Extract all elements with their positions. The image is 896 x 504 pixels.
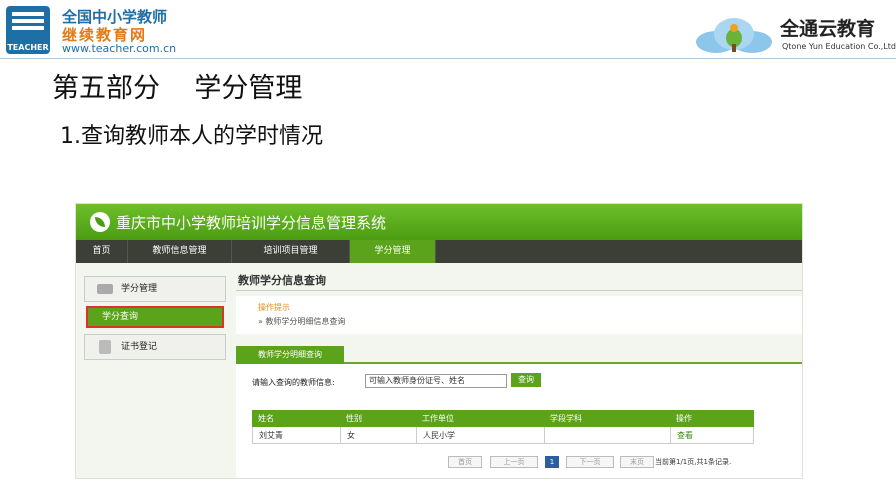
system-header: 重庆市中小学教师培训学分信息管理系统	[76, 204, 802, 240]
pager-prev[interactable]: 上一页	[490, 456, 538, 468]
clipboard-icon	[99, 340, 111, 354]
main-content: 教师学分信息查询 操作提示 » 教师学分明细信息查询 教师学分明细查询 请输入查…	[236, 268, 802, 478]
header-divider	[0, 58, 896, 59]
cell-name: 刘艾青	[253, 427, 341, 444]
nav-credit-management[interactable]: 学分管理	[350, 240, 436, 263]
sidebar-group-label: 学分管理	[121, 284, 158, 294]
table-row: 刘艾青 女 人民小学 查看	[252, 427, 754, 444]
tip-text: » 教师学分明细信息查询	[258, 317, 346, 326]
cloud-icon	[696, 18, 772, 53]
nav-teacher-info[interactable]: 教师信息管理	[128, 240, 232, 263]
badge-label: TEACHER	[7, 43, 49, 52]
teacher-logo: TEACHER 全国中小学教师 继续教育网 www.teacher.com.cn	[6, 4, 206, 56]
query-label: 请输入查询的教师信息:	[252, 378, 335, 387]
tip-text-label: 教师学分明细信息查询	[265, 317, 346, 326]
col-workplace: 工作单位	[422, 414, 454, 423]
tab-bar: 教师学分明细查询	[236, 346, 802, 364]
pager-info: 当前第1/1页,共1条记录.	[655, 458, 732, 466]
col-gender: 性别	[346, 414, 362, 423]
sidebar: 学分管理 学分查询 证书登记	[84, 276, 226, 368]
pager-first[interactable]: 首页	[448, 456, 482, 468]
col-subject: 学段学科	[550, 414, 582, 423]
logo-url: www.teacher.com.cn	[62, 42, 177, 55]
col-action: 操作	[676, 414, 692, 423]
cell-workplace: 人民小学	[417, 427, 545, 444]
nav-training-projects[interactable]: 培训项目管理	[232, 240, 350, 263]
sidebar-group-certificate[interactable]: 证书登记	[84, 334, 226, 360]
cell-subject	[545, 427, 671, 444]
pager-next[interactable]: 下一页	[566, 456, 614, 468]
pager-last[interactable]: 末页	[620, 456, 654, 468]
tip-title: 操作提示	[258, 303, 290, 312]
sidebar-group-credit[interactable]: 学分管理	[84, 276, 226, 302]
table-header: 姓名 性别 工作单位 学段学科 操作	[252, 410, 754, 427]
system-title: 重庆市中小学教师培训学分信息管理系统	[116, 214, 387, 232]
operation-tip: 操作提示 » 教师学分明细信息查询	[236, 296, 802, 334]
leaf-icon	[90, 212, 110, 232]
sidebar-group-label: 证书登记	[121, 342, 158, 352]
tab-credit-detail[interactable]: 教师学分明细查询	[236, 346, 344, 364]
system-screenshot: 重庆市中小学教师培训学分信息管理系统 首页 教师信息管理 培训项目管理 学分管理…	[75, 203, 803, 479]
query-button[interactable]: 查询	[511, 373, 541, 387]
teacher-badge-icon: TEACHER	[6, 6, 50, 54]
heading-divider	[236, 290, 802, 291]
slide-subtitle: 1.查询教师本人的学时情况	[60, 124, 323, 149]
nav-home[interactable]: 首页	[76, 240, 128, 263]
qtone-name-en: Qtone Yun Education Co.,Ltd	[782, 42, 896, 51]
col-name: 姓名	[258, 414, 274, 423]
qtone-name-cn: 全通云教育	[780, 18, 876, 40]
search-input[interactable]: 可输入教师身份证号、姓名	[365, 374, 507, 388]
page-heading: 教师学分信息查询	[238, 274, 326, 287]
main-nav: 首页 教师信息管理 培训项目管理 学分管理	[76, 240, 802, 263]
folder-icon	[97, 284, 113, 294]
query-panel: 请输入查询的教师信息: 可输入教师身份证号、姓名 查询 姓名 性别 工作单位 学…	[236, 364, 802, 478]
sidebar-item-label: 学分查询	[102, 312, 139, 322]
view-link[interactable]: 查看	[671, 427, 753, 444]
cell-gender: 女	[341, 427, 417, 444]
pager-current[interactable]: 1	[545, 456, 559, 468]
sidebar-item-credit-query[interactable]: 学分查询	[86, 306, 224, 328]
slide-title: 第五部分 学分管理	[52, 73, 303, 104]
qtone-logo: 全通云教育 Qtone Yun Education Co.,Ltd	[694, 8, 896, 58]
pagination: 首页 上一页 1 下一页 末页 当前第1/1页,共1条记录.	[448, 456, 798, 470]
